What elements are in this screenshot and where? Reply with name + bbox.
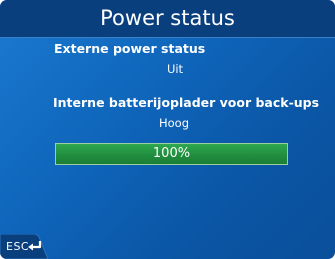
external-power-label: Externe power status	[54, 41, 206, 56]
internal-charger-value: Hoog	[158, 116, 190, 130]
page-title: Power status	[100, 6, 235, 30]
title-bar: Power status	[0, 0, 335, 38]
esc-label: ESC	[6, 240, 30, 253]
power-status-screen: Power status Externe power status Uit In…	[0, 0, 335, 259]
back-arrow-icon	[28, 241, 42, 251]
battery-level-bar: 100%	[55, 143, 288, 165]
esc-back-button[interactable]: ESC	[0, 234, 48, 259]
external-power-value: Uit	[166, 62, 184, 76]
internal-charger-label: Interne batterijoplader voor back-ups	[53, 95, 320, 110]
battery-level-text: 100%	[152, 146, 191, 161]
